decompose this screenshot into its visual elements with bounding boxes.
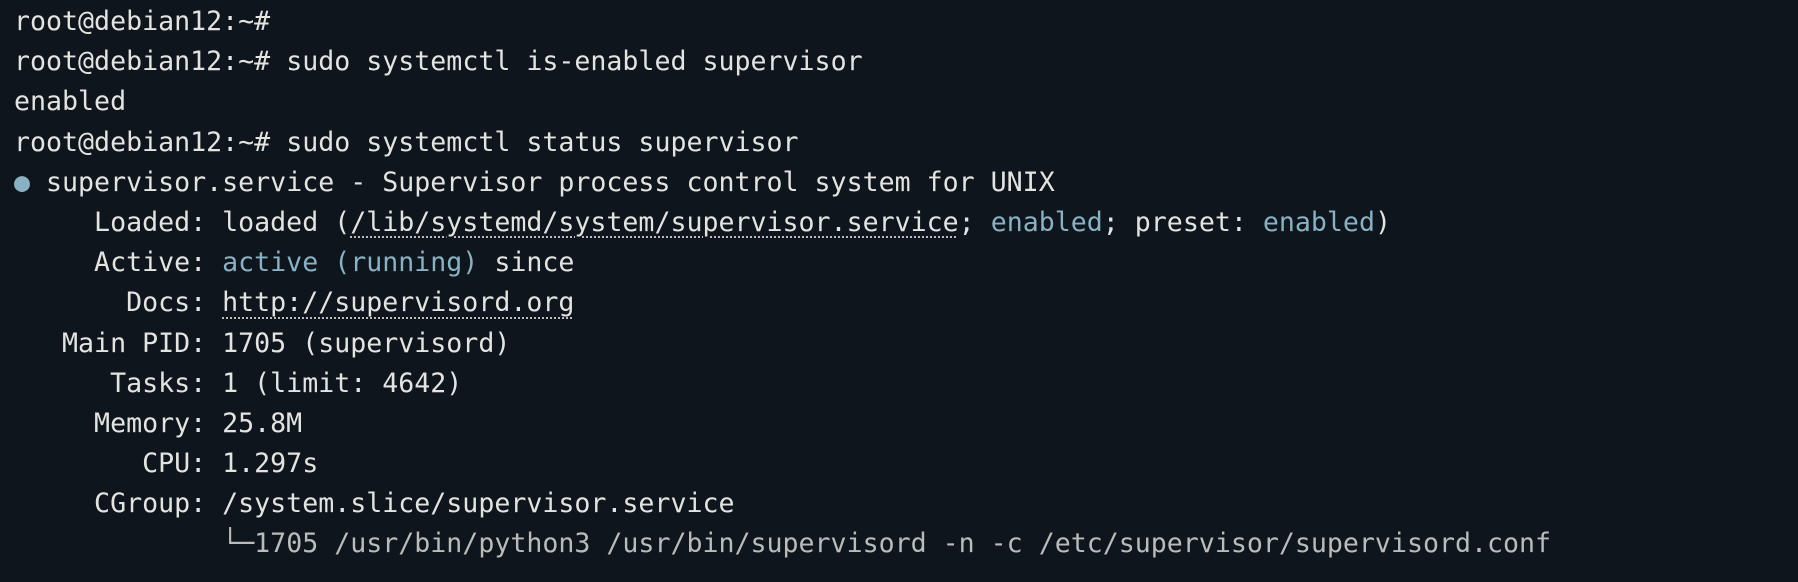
process-indent (14, 528, 222, 559)
shell-prompt: root@debian12:~# (14, 6, 271, 37)
cgroup-value: /system.slice/supervisor.service (222, 488, 735, 520)
status-cgroup-line: CGroup: /system.slice/supervisor.service (14, 484, 1798, 524)
process-command: 1705 /usr/bin/python3 /usr/bin/superviso… (254, 528, 1552, 560)
command-output: enabled (14, 86, 127, 118)
loaded-separator: ; (958, 206, 991, 238)
preset-state: enabled (1262, 206, 1375, 238)
status-memory-line: Memory: 25.8M (14, 404, 1798, 444)
status-loaded-line: Loaded: loaded (/lib/systemd/system/supe… (14, 203, 1798, 243)
status-process-line: └─1705 /usr/bin/python3 /usr/bin/supervi… (14, 524, 1798, 564)
loaded-value: loaded ( (222, 206, 351, 238)
terminal-window[interactable]: root@debian12:~# root@debian12:~# sudo s… (0, 0, 1798, 582)
preset-label: ; preset: (1102, 206, 1263, 238)
memory-value: 25.8M (222, 407, 303, 439)
command-text: sudo systemctl status supervisor (270, 126, 799, 158)
active-since: since (478, 247, 575, 279)
terminal-line-is-enabled-command: root@debian12:~# sudo systemctl is-enabl… (14, 42, 1798, 82)
terminal-line-prompt-empty: root@debian12:~# (14, 2, 1798, 42)
command-text: sudo systemctl is-enabled supervisor (270, 46, 863, 78)
active-state: active (running) (222, 247, 479, 279)
docs-url-link[interactable]: http://supervisord.org (222, 287, 574, 318)
status-main-pid-line: Main PID: 1705 (supervisord) (14, 324, 1798, 364)
terminal-line-is-enabled-output: enabled (14, 82, 1798, 122)
status-cpu-line: CPU: 1.297s (14, 444, 1798, 484)
status-unit-line: ● supervisor.service - Supervisor proces… (14, 163, 1798, 203)
terminal-line-status-command: root@debian12:~# sudo systemctl status s… (14, 123, 1798, 163)
memory-label: Memory: (14, 407, 223, 439)
tasks-label: Tasks: (14, 367, 223, 399)
loaded-close: ) (1374, 206, 1391, 238)
docs-label: Docs: (14, 287, 223, 319)
shell-prompt: root@debian12:~# (14, 46, 271, 78)
enabled-state: enabled (990, 206, 1103, 238)
unit-file-path-link[interactable]: /lib/systemd/system/supervisor.service (350, 207, 958, 238)
active-label: Active: (14, 247, 223, 279)
shell-prompt: root@debian12:~# (14, 126, 271, 158)
main-pid-label: Main PID: (14, 327, 223, 359)
status-docs-line: Docs: http://supervisord.org (14, 283, 1798, 323)
cgroup-label: CGroup: (14, 488, 223, 520)
loaded-label: Loaded: (14, 206, 223, 238)
tasks-value: 1 (limit: 4642) (222, 367, 463, 399)
tree-branch-icon: └─ (222, 528, 255, 560)
status-tasks-line: Tasks: 1 (limit: 4642) (14, 364, 1798, 404)
cpu-value: 1.297s (222, 448, 319, 480)
main-pid-value: 1705 (supervisord) (222, 327, 511, 359)
unit-description: supervisor.service - Supervisor process … (30, 166, 1055, 198)
status-active-line: Active: active (running) since (14, 243, 1798, 283)
cpu-label: CPU: (14, 448, 223, 480)
status-bullet-icon: ● (14, 166, 31, 198)
